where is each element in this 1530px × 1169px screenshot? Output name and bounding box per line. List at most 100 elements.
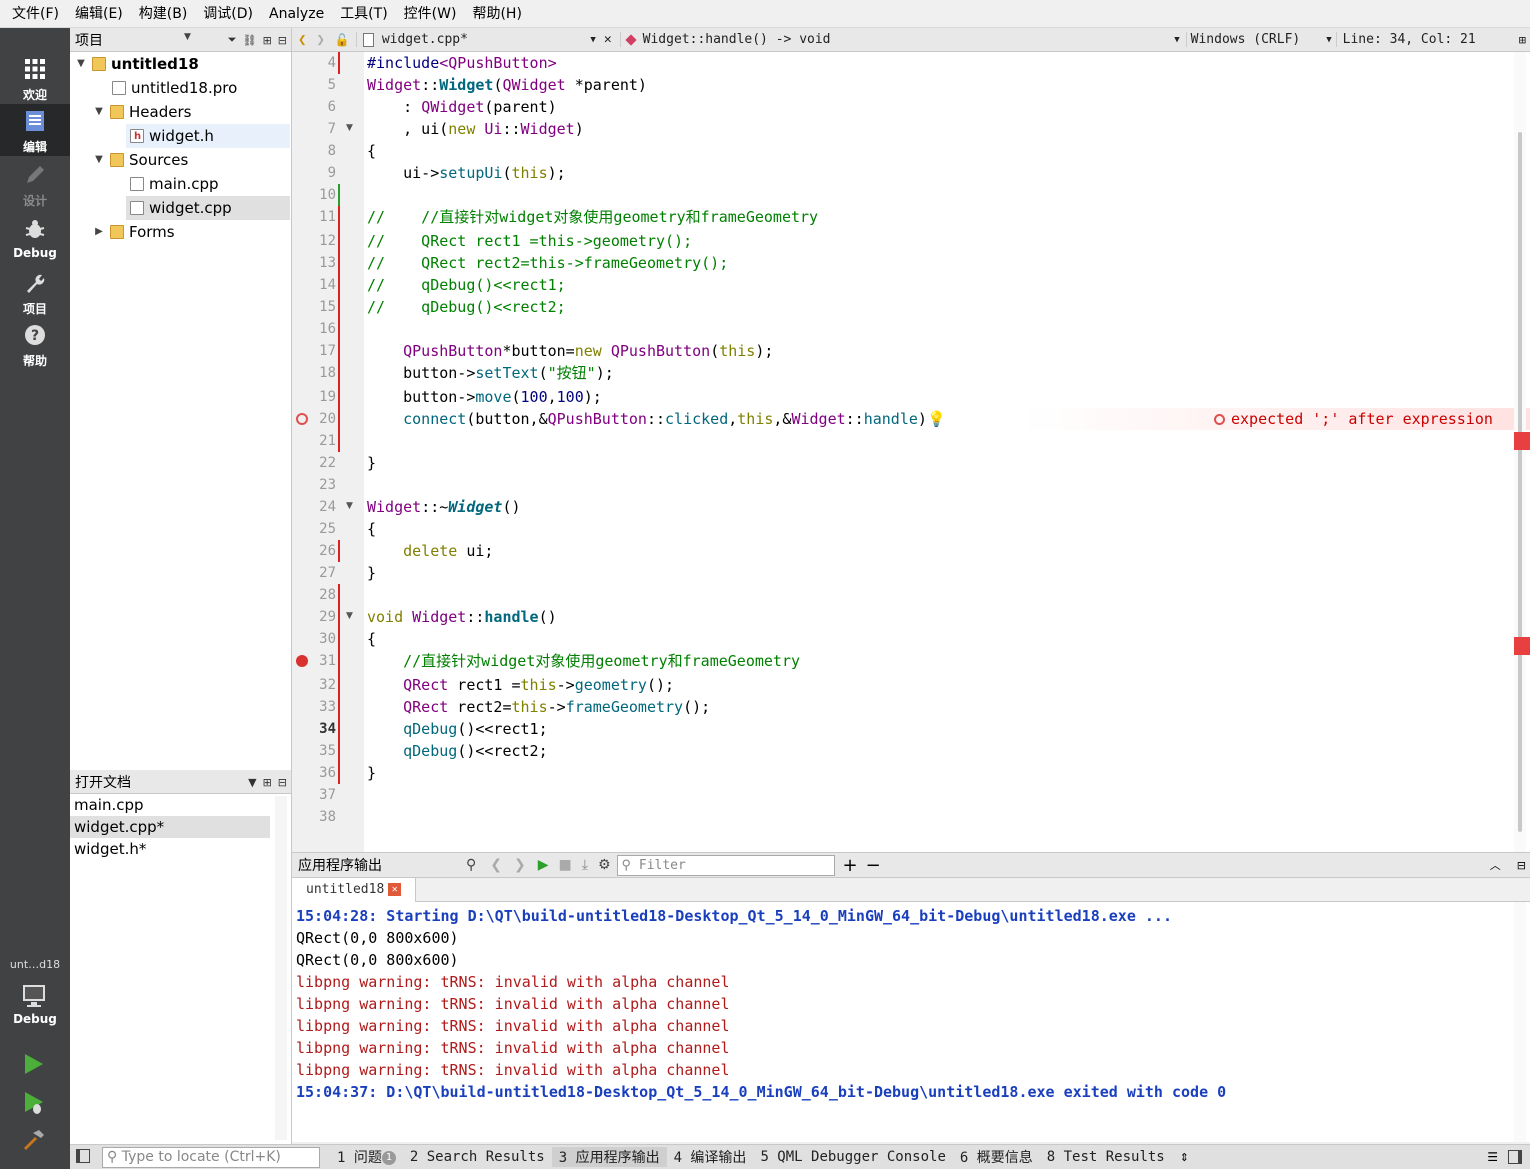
output-scrollbar[interactable]	[1514, 902, 1526, 1142]
menu-file[interactable]: 文件(F)	[4, 0, 67, 28]
attach-icon[interactable]: ⚲	[466, 857, 476, 873]
chevron-down-icon: ▼	[1174, 34, 1180, 45]
mode-edit[interactable]: 编辑	[0, 104, 70, 156]
rerun-icon[interactable]: ▶	[538, 857, 549, 873]
mode-help[interactable]: ? 帮助	[0, 318, 70, 370]
fold-marker[interactable]: ▼	[346, 123, 353, 133]
code-line: // qDebug()<<rect2;	[367, 298, 566, 316]
navigator-title[interactable]: 项目	[75, 30, 103, 50]
fold-marker[interactable]: ▼	[346, 501, 353, 511]
toggle-right-sidebar-icon[interactable]	[1508, 1150, 1522, 1164]
chevron-right-icon[interactable]: ▶	[92, 220, 106, 244]
menu-widgets[interactable]: 控件(W)	[396, 0, 465, 28]
open-documents-scrollbar[interactable]	[275, 796, 287, 1140]
menu-tools[interactable]: 工具(T)	[332, 0, 395, 28]
output-tab-untitled18[interactable]: untitled18 ✕	[292, 878, 416, 902]
tree-item-sources[interactable]: ▼ Sources	[92, 148, 188, 172]
close-pane-icon[interactable]: ⊟	[278, 34, 287, 47]
file-selector[interactable]: widget.cpp* ▼	[355, 32, 596, 47]
open-doc-item[interactable]: main.cpp	[70, 794, 270, 816]
zoom-out-icon[interactable]: −	[866, 855, 881, 876]
mode-debug[interactable]: Debug	[0, 212, 70, 264]
fold-marker[interactable]: ▼	[346, 611, 353, 621]
menu-edit[interactable]: 编辑(E)	[67, 0, 131, 28]
open-doc-item[interactable]: widget.cpp*	[70, 816, 270, 838]
close-pane-icon[interactable]: ⊟	[278, 776, 287, 789]
tab-compile-output[interactable]: 4 编译输出	[667, 1147, 754, 1167]
tab-search-results[interactable]: 2 Search Results	[403, 1149, 552, 1165]
progress-details-icon[interactable]: ☰	[1487, 1150, 1498, 1164]
menu-build[interactable]: 构建(B)	[131, 0, 196, 28]
tree-item-forms[interactable]: ▶ Forms	[92, 220, 174, 244]
tree-item-headers[interactable]: ▼ Headers	[92, 100, 191, 124]
open-doc-item[interactable]: widget.h*	[70, 838, 270, 860]
link-icon[interactable]: ⛓	[243, 34, 257, 47]
tree-item-pro-file[interactable]: untitled18.pro	[108, 76, 237, 100]
chevron-down-icon[interactable]: ▼	[248, 776, 256, 789]
stop-icon[interactable]: ■	[559, 857, 572, 873]
split-icon[interactable]: ⊞	[263, 34, 272, 47]
help-icon: ?	[0, 324, 70, 352]
mode-design[interactable]: 设计	[0, 158, 70, 210]
close-icon[interactable]: ✕	[388, 883, 402, 896]
scrollbar-thumb[interactable]	[1518, 132, 1522, 832]
kit-selector[interactable]: Debug	[0, 978, 70, 1030]
tree-item-project[interactable]: ▼ untitled18	[74, 52, 199, 76]
forward-arrow-icon[interactable]: ❯	[316, 32, 324, 48]
forward-arrow-icon[interactable]: ❯	[514, 857, 526, 873]
mode-bar: 欢迎 编辑 设计 Debug 项目 ? 帮助 unt…d18 Debug	[0, 28, 70, 1169]
filter-icon[interactable]: ⏷	[228, 33, 237, 47]
cursor-position[interactable]: Line: 34, Col: 21	[1335, 32, 1476, 47]
split-icon[interactable]: ⊞	[263, 776, 272, 789]
tree-item-main-cpp[interactable]: main.cpp	[126, 172, 219, 196]
line-number: 18	[319, 365, 336, 381]
line-number: 24	[319, 499, 336, 515]
build-button[interactable]	[22, 1128, 46, 1156]
tab-application-output[interactable]: 3 应用程序输出	[551, 1147, 667, 1167]
run-debug-icon[interactable]: ⤓	[582, 857, 588, 873]
chevron-down-icon[interactable]: ▼	[92, 148, 106, 172]
tab-test-results[interactable]: 8 Test Results	[1040, 1149, 1172, 1165]
back-arrow-icon[interactable]: ❮	[298, 32, 306, 48]
tree-item-widget-cpp[interactable]: widget.cpp	[126, 196, 290, 220]
gear-icon[interactable]: ⚙	[598, 857, 611, 873]
output-filter-input[interactable]: ⚲ Filter	[616, 854, 835, 876]
locator-input[interactable]: ⚲ Type to locate (Ctrl+K)	[102, 1146, 320, 1168]
error-marker[interactable]	[1514, 432, 1530, 450]
mode-projects[interactable]: 项目	[0, 266, 70, 318]
menu-analyze[interactable]: Analyze	[261, 0, 332, 28]
line-number: 17	[319, 343, 336, 359]
bug-icon	[0, 218, 70, 246]
chevron-down-icon[interactable]: ▼	[74, 52, 88, 76]
back-arrow-icon[interactable]: ❮	[490, 857, 502, 873]
editor-scrollbar[interactable]	[1514, 52, 1526, 852]
application-output[interactable]: 15:04:28: Starting D:\QT\build-untitled1…	[292, 902, 1530, 1142]
toggle-sidebar-icon[interactable]	[76, 1149, 90, 1163]
run-button[interactable]	[22, 1052, 46, 1080]
encoding-selector[interactable]: Windows (CRLF) ▼	[1185, 32, 1332, 47]
zoom-in-icon[interactable]: +	[843, 855, 858, 876]
split-icon[interactable]: ⊞	[1519, 33, 1526, 47]
symbol-selector[interactable]: Widget::handle() -> void ▼	[619, 32, 1180, 47]
error-marker[interactable]	[1514, 637, 1530, 655]
chevron-down-icon[interactable]: ▼	[92, 100, 106, 124]
tab-general-messages[interactable]: 6 概要信息	[953, 1147, 1040, 1167]
code-editor[interactable]: 4 #include<QPushButton> 5 Widget::Widget(QW…	[292, 52, 1530, 852]
method-icon	[624, 33, 637, 46]
debug-run-button[interactable]	[22, 1090, 46, 1120]
tree-item-widget-h[interactable]: widget.h	[126, 124, 290, 149]
close-icon[interactable]: ✕	[604, 32, 612, 47]
more-tabs-icon[interactable]: ⇕	[1180, 1151, 1189, 1164]
code-line: qDebug()<<rect1;	[403, 720, 548, 738]
chevron-down-icon[interactable]: ▼	[184, 32, 191, 42]
menu-help[interactable]: 帮助(H)	[464, 0, 529, 28]
tab-issues[interactable]: 1 问题 1	[330, 1147, 403, 1167]
maximize-icon[interactable]: ︿	[1490, 857, 1501, 873]
output-line: libpng warning: tRNS: invalid with alpha…	[296, 973, 730, 991]
tab-qml-debugger-console[interactable]: 5 QML Debugger Console	[753, 1149, 952, 1165]
menu-debug[interactable]: 调试(D)	[195, 0, 261, 28]
line-number: 9	[327, 165, 336, 181]
close-pane-icon[interactable]: ⊟	[1517, 859, 1526, 872]
breakpoint-icon[interactable]	[296, 655, 308, 667]
mode-welcome[interactable]: 欢迎	[0, 52, 70, 104]
